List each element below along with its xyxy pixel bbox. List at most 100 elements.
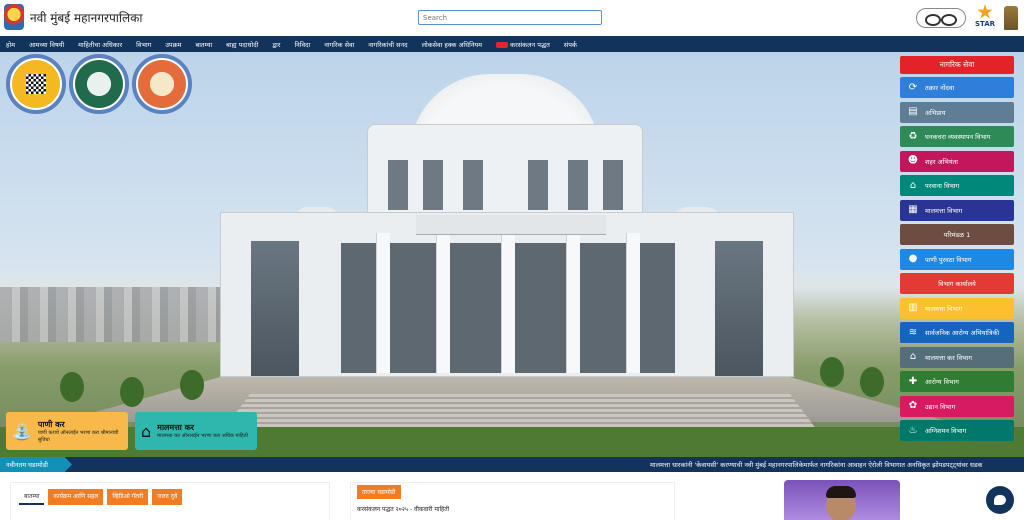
service-fire[interactable]: ♨ अग्निशमन विभाग [900,420,1014,441]
qr-badge [12,60,60,108]
service-garden[interactable]: ✿ उद्यान विभाग [900,395,1014,417]
city-skyline [0,287,230,342]
window [388,160,408,210]
service-water-supply[interactable]: ● पाणी पुरवठा विभाग [900,248,1014,270]
headquarters-building [220,212,794,377]
engineer-icon: ☻ [907,155,919,166]
nav-item-tenders[interactable]: निविदा [294,40,310,49]
service-health[interactable]: ✚ आरोग्य विभाग [900,371,1014,392]
service-complaint[interactable]: ⟳ तक्रार नोंदवा [900,77,1014,98]
service-feedback[interactable]: ▤ अभिप्राय [900,101,1014,123]
budget-badge-icon [75,60,123,108]
fire-icon: ♨ [908,424,918,436]
search-input[interactable] [418,10,602,25]
tab-quick-links[interactable]: जलद दुवे [152,489,183,505]
nav-item-officials[interactable]: बाह्य पदाधोदी [226,40,258,49]
nav-item-citizen-services[interactable]: नागरिक सेवा [324,40,354,49]
service-property[interactable]: ▦ मालमत्ता विभाग [900,199,1014,221]
highlights-label: ताज्या घडामोडी [357,485,401,499]
comment-icon: ▤ [908,106,918,117]
service-city-engineer[interactable]: ☻ शहर अभियंता [900,150,1014,172]
service-label: परवाना विभाग [925,182,960,190]
site-title: नवी मुंबई महानगरपालिका [30,11,143,25]
medical-kit-icon: ✚ [908,375,918,387]
qr-code-link[interactable] [6,54,66,114]
nmmc-logo[interactable] [4,4,24,30]
ticker-text[interactable]: मालमत्ता धारकांनी 'केवायसी' करण्याची नवी… [650,460,982,469]
nav-item-news[interactable]: बातम्या [195,40,212,49]
budget-link[interactable] [69,54,129,114]
services-heading: नागरिक सेवा [900,56,1014,74]
window [568,160,588,210]
property-tax-text: मालमत्ता कर मालमत्ता कर ऑनलाईन भरणा करा … [157,422,248,440]
nav-item-departments[interactable]: विभाग [136,40,151,49]
column [566,233,580,373]
flower-icon: ✿ [908,400,918,411]
service-license[interactable]: ⌂ परवाना विभाग [900,175,1014,196]
service-property-tax[interactable]: ⌂ मालमत्ता कर विभाग [900,346,1014,368]
service-label: विभाग कार्यालये [938,280,976,288]
bottom-section: बातम्या कार्यक्रम आणि सहल व्हिडिओ गॅलरी … [0,472,1024,520]
service-ward-offices[interactable]: विभाग कार्यालये [900,273,1014,294]
building-rotunda [367,124,643,216]
water-tax-card[interactable]: ⛲ पाणी कर पाणी कराचे ऑनलाईन भरणा करा श्र… [6,412,128,450]
water-tax-title: पाणी कर [37,420,65,429]
nav-item-portal[interactable]: द्वार [272,40,280,49]
home-icon: ⌂ [909,351,917,362]
star-icon [977,4,993,19]
service-label: उद्यान विभाग [925,402,956,411]
nav-item-rti[interactable]: माहितीचा अधिकार [78,40,122,49]
service-label: अभिप्राय [925,108,946,117]
service-label: मालमत्ता विभाग [925,304,963,313]
nav-item-contact[interactable]: संपर्क [564,40,577,49]
property-tax-card[interactable]: ⌂ मालमत्ता कर मालमत्ता कर ऑनलाईन भरणा कर… [135,412,257,450]
nav-item-citizen-charter[interactable]: नागरिकांची सनद [368,40,407,49]
water-tax-desc: पाणी कराचे ऑनलाईन भरणा करा श्रीमानाची सु… [37,430,119,443]
nav-item-tax-collection-label: करसंकलन पद्धत [510,40,550,49]
clipboard-icon: ▦ [908,204,918,215]
property-tax-desc: मालमत्ता कर ऑनलाईन भरणा करा अधिक माहिती [157,433,248,440]
chat-button[interactable] [986,486,1014,514]
glass-facade [715,241,763,376]
nav-item-initiatives[interactable]: उपक्रम [165,40,181,49]
nav-item-tax-collection[interactable]: करसंकलन पद्धत [496,40,550,49]
service-solid-waste[interactable]: ♻ घनकचरा व्यवस्थापन विभाग [900,126,1014,147]
tree [180,370,204,400]
qr-code-icon [26,74,46,94]
property-tax-title: मालमत्ता कर [157,423,195,433]
new-badge-icon [496,41,509,48]
column [376,233,390,373]
state-emblem-icon [1004,6,1018,30]
service-zone-1[interactable]: परिमंडळ 1 [900,224,1014,245]
star-label: STAR [974,20,996,28]
service-label: पाणी पुरवठा विभाग [925,255,972,264]
service-public-health-eng[interactable]: ≋ सार्वजनिक आरोग्य अभियांत्रिकी [900,322,1014,343]
tab-events[interactable]: कार्यक्रम आणि सहल [48,489,104,505]
hero-banner [0,52,1024,457]
home-icon: ⌂ [141,421,152,441]
nav-item-home[interactable]: होम [6,40,15,49]
initiative-link[interactable] [132,54,192,114]
glass-facade [251,241,299,376]
tab-news[interactable]: बातम्या [19,489,45,505]
column [501,233,515,373]
nav-item-about[interactable]: आमच्या विषयी [29,40,64,49]
tab-video-gallery[interactable]: व्हिडिओ गॅलरी [107,489,149,505]
service-label: अग्निशमन विभाग [925,427,967,435]
home-icon: ⌂ [909,179,917,191]
news-tabs: बातम्या कार्यक्रम आणि सहल व्हिडिओ गॅलरी … [19,489,183,505]
nav-item-public-service-act[interactable]: लोकसेवा हक्क अधिनियम [422,40,483,49]
recycle-icon: ♻ [908,130,918,142]
window [603,160,623,210]
service-property-dept[interactable]: ▥ मालमत्ता विभाग [900,297,1014,319]
water-tap-icon: ⛲ [12,421,32,441]
bar-chart-icon: ▥ [908,302,918,313]
tree [120,377,144,407]
column [626,233,640,373]
initiative-badge-icon [138,60,186,108]
ticker-label: नवीनतम घडामोडी [0,457,72,472]
service-label: शहर अभियंता [925,157,958,166]
service-label: आरोग्य विभाग [925,378,959,386]
waves-icon: ≋ [908,326,918,338]
highlight-item[interactable]: करसंकलन पद्धत २०२५ - वीकवारी माहिती [357,505,449,513]
